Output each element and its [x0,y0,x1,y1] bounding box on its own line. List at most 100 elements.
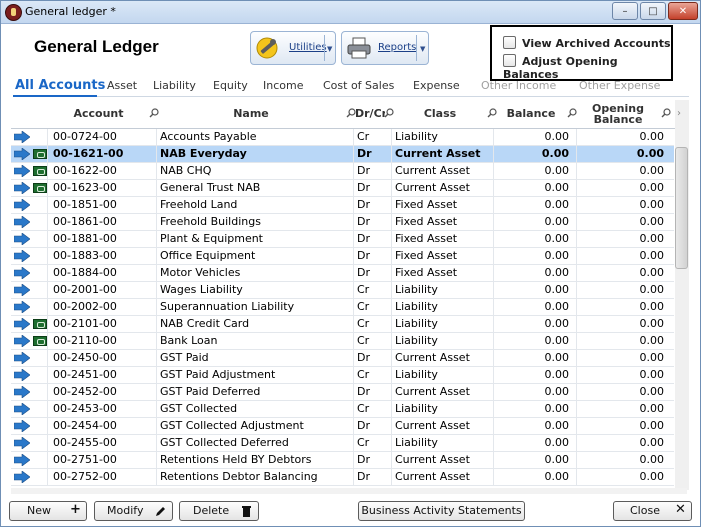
close-icon: ✕ [675,502,686,517]
table-row[interactable]: 00-1621-00 NAB Everyday Dr Current Asset 0.0… [11,146,674,163]
drilldown-arrow-icon[interactable] [14,267,30,279]
tab-cost-of-sales[interactable]: Cost of Sales [323,79,394,92]
drilldown-arrow-icon[interactable] [14,386,30,398]
search-icon[interactable] [487,108,497,118]
cell-name: NAB CHQ [160,164,212,177]
drilldown-arrow-icon[interactable] [14,165,30,177]
close-window-button[interactable]: ✕ [668,2,698,20]
table-row[interactable]: 00-1861-00 Freehold Buildings Dr Fixed Asse… [11,214,674,231]
table-row[interactable]: 00-1622-00 NAB CHQ Dr Current Asset 0.00 0.00 [11,163,674,180]
grid-header: Account Name Dr/Cr Class Balance Opening… [11,100,687,129]
cell-name: GST Paid Adjustment [160,368,276,381]
cell-account: 00-2454-00 [53,419,117,432]
column-header-opening-balance[interactable]: Opening Balance [581,100,655,128]
cell-account: 00-1884-00 [53,266,117,279]
chevron-down-icon[interactable]: ▼ [420,45,425,53]
drilldown-arrow-icon[interactable] [14,233,30,245]
tab-other-income[interactable]: Other Income [481,79,556,92]
checkbox-icon[interactable] [503,36,516,49]
tab-equity[interactable]: Equity [213,79,248,92]
new-button[interactable]: New + [9,501,87,521]
general-ledger-window: General ledger * – □ ✕ General Ledger Ut… [0,0,701,527]
drilldown-arrow-icon[interactable] [14,335,30,347]
table-row[interactable]: 00-2110-00 Bank Loan Cr Liability 0.00 0.00 [11,333,674,350]
cell-account: 00-2451-00 [53,368,117,381]
table-row[interactable]: 00-1623-00 General Trust NAB Dr Current Ass… [11,180,674,197]
tab-income[interactable]: Income [263,79,303,92]
drilldown-arrow-icon[interactable] [14,284,30,296]
drilldown-arrow-icon[interactable] [14,352,30,364]
minimize-button[interactable]: – [612,2,638,20]
tab-asset[interactable]: Asset [107,79,137,92]
column-divider [391,248,392,264]
search-icon[interactable] [384,108,394,118]
column-divider [391,146,392,162]
search-icon[interactable] [567,108,577,118]
drilldown-arrow-icon[interactable] [14,148,30,160]
drilldown-arrow-icon[interactable] [14,369,30,381]
business-activity-statements-button[interactable]: Business Activity Statements [358,501,525,521]
search-icon[interactable] [661,108,671,118]
drilldown-arrow-icon[interactable] [14,301,30,313]
horizontal-scrollbar[interactable] [11,488,687,494]
cell-balance: 0.00 [544,198,570,211]
table-row[interactable]: 00-2450-00 GST Paid Dr Current Asset 0.00 0.0… [11,350,674,367]
drilldown-arrow-icon[interactable] [14,250,30,262]
column-divider [47,367,48,383]
reports-button[interactable]: Reports ▼ [341,31,429,65]
table-row[interactable]: 00-2001-00 Wages Liability Cr Liability 0.00… [11,282,674,299]
close-button[interactable]: Close ✕ [613,501,692,521]
checkbox-icon[interactable] [503,54,516,67]
table-row[interactable]: 00-2752-00 Retentions Debtor Balancing Dr C… [11,469,674,486]
drilldown-arrow-icon[interactable] [14,131,30,143]
search-icon[interactable] [149,108,159,118]
table-row[interactable]: 00-2455-00 GST Collected Deferred Cr Liabil… [11,435,674,452]
column-header-class[interactable]: Class [395,100,485,128]
table-row[interactable]: 00-2452-00 GST Paid Deferred Dr Current Ass… [11,384,674,401]
maximize-button[interactable]: □ [640,2,666,20]
table-row[interactable]: 00-2101-00 NAB Credit Card Cr Liability 0.00… [11,316,674,333]
table-row[interactable]: 00-2451-00 GST Paid Adjustment Cr Liability… [11,367,674,384]
drilldown-arrow-icon[interactable] [14,420,30,432]
view-archived-checkbox[interactable]: View Archived Accounts [503,36,671,50]
chevron-down-icon[interactable]: ▼ [327,45,332,53]
column-divider [156,146,157,162]
drilldown-arrow-icon[interactable] [14,471,30,483]
table-row[interactable]: 00-0724-00 Accounts Payable Cr Liability 0.0… [11,129,674,146]
table-row[interactable]: 00-2002-00 Superannuation Liability Cr Liab… [11,299,674,316]
drilldown-arrow-icon[interactable] [14,318,30,330]
drilldown-arrow-icon[interactable] [14,437,30,449]
column-header-balance[interactable]: Balance [499,100,563,128]
table-row[interactable]: 00-2454-00 GST Collected Adjustment Dr Curr… [11,418,674,435]
drilldown-arrow-icon[interactable] [14,403,30,415]
table-row[interactable]: 00-1884-00 Motor Vehicles Dr Fixed Asset 0.0… [11,265,674,282]
tab-all-accounts[interactable]: All Accounts [15,78,105,93]
table-row[interactable]: 00-2751-00 Retentions Held BY Debtors Dr Cu… [11,452,674,469]
scrollbar-thumb[interactable] [675,147,688,269]
column-header-drcr[interactable]: Dr/Cr [355,100,385,128]
tab-other-expense[interactable]: Other Expense [579,79,660,92]
column-divider [47,180,48,196]
table-row[interactable]: 00-2453-00 GST Collected Cr Liability 0.00 0.… [11,401,674,418]
modify-button[interactable]: Modify [94,501,173,521]
cell-drcr: Dr [357,164,370,177]
column-divider [576,231,577,247]
drilldown-arrow-icon[interactable] [14,182,30,194]
drilldown-arrow-icon[interactable] [14,454,30,466]
table-row[interactable]: 00-1883-00 Office Equipment Dr Fixed Asset 0… [11,248,674,265]
drilldown-arrow-icon[interactable] [14,216,30,228]
tab-expense[interactable]: Expense [413,79,460,92]
chevron-right-icon[interactable]: › [677,108,681,119]
delete-button[interactable]: Delete [179,501,259,521]
tab-liability[interactable]: Liability [153,79,196,92]
table-row[interactable]: 00-1851-00 Freehold Land Dr Fixed Asset 0.00… [11,197,674,214]
utilities-button[interactable]: Utilities ▼ [250,31,336,65]
title-bar[interactable]: General ledger * – □ ✕ [1,1,700,24]
column-header-account[interactable]: Account [51,100,146,128]
column-header-name[interactable]: Name [161,100,341,128]
drilldown-arrow-icon[interactable] [14,199,30,211]
adjust-opening-balances-checkbox[interactable]: Adjust Opening Balances [503,54,671,81]
table-row[interactable]: 00-1881-00 Plant & Equipment Dr Fixed Asset… [11,231,674,248]
column-divider [47,452,48,468]
cell-drcr: Dr [357,147,372,160]
